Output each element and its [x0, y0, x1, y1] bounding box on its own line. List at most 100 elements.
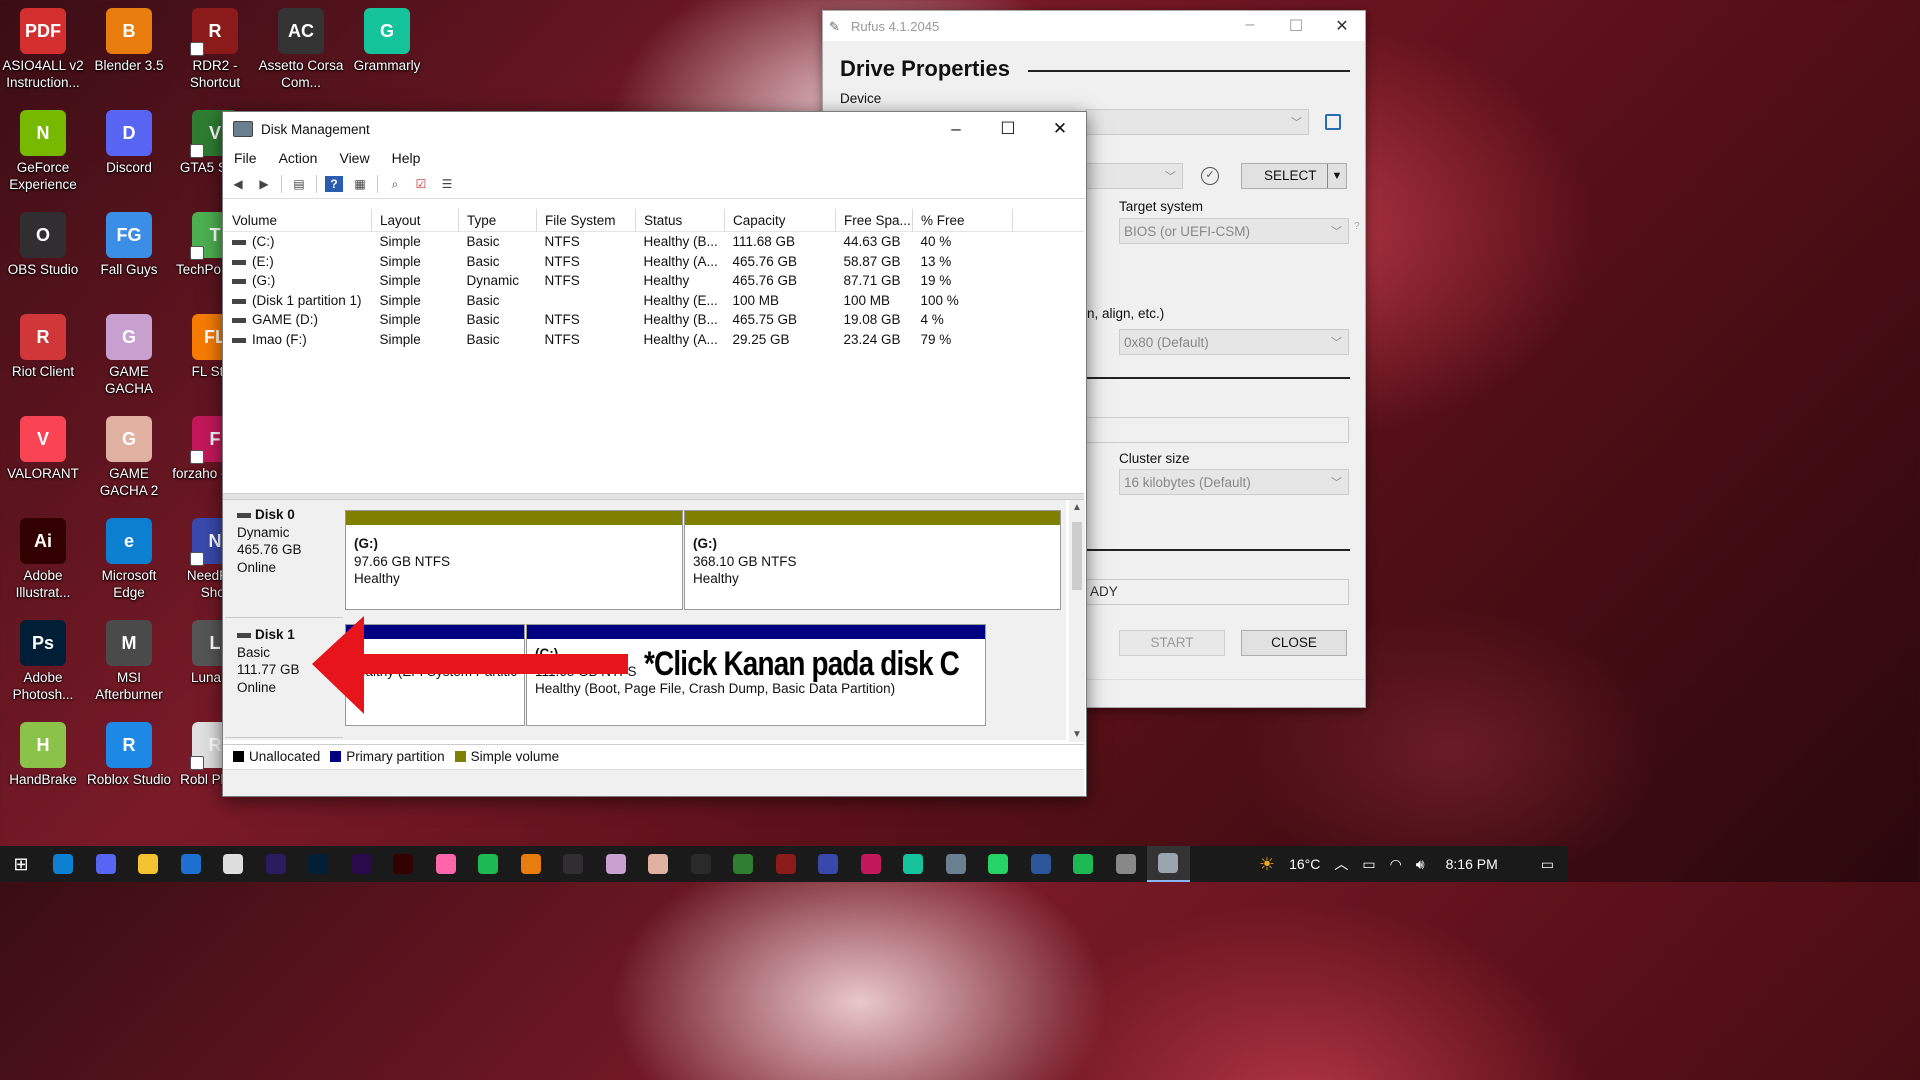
minimize-button[interactable]: –	[930, 119, 982, 139]
taskbar-photoshop-button[interactable]	[297, 846, 340, 882]
scroll-down-icon[interactable]: ▼	[1069, 729, 1085, 740]
taskbar-game-gacha-2-button[interactable]	[637, 846, 680, 882]
taskbar-discord-button[interactable]	[85, 846, 128, 882]
check-icon[interactable]: ✓	[1201, 167, 1219, 185]
col-type[interactable]: Type	[458, 209, 537, 232]
taskbar-illustrator-button[interactable]	[382, 846, 425, 882]
disk0-label[interactable]: Disk 0 Dynamic 465.76 GB Online	[225, 500, 343, 618]
taskbar-obs-button[interactable]	[552, 846, 595, 882]
desktop-icon[interactable]: M MSI Afterburner	[86, 620, 172, 703]
menu-help[interactable]: Help	[381, 150, 432, 166]
col-capacity[interactable]: Capacity	[724, 209, 836, 232]
chevron-up-icon[interactable]: ︿	[1334, 854, 1348, 874]
maximize-button[interactable]: ☐	[982, 119, 1034, 139]
desktop-icon[interactable]: N GeForce Experience	[0, 110, 86, 193]
weather-icon[interactable]: ☀	[1259, 854, 1275, 875]
col-file-system[interactable]: File System	[536, 209, 636, 232]
taskbar-gta-button[interactable]	[722, 846, 765, 882]
desktop-icon[interactable]: V VALORANT	[0, 416, 86, 482]
menu-action[interactable]: Action	[268, 150, 329, 166]
drive-id-dropdown[interactable]: 0x80 (Default) ﹀	[1119, 329, 1349, 355]
desktop-icon[interactable]: R RDR2 - Shortcut	[172, 8, 258, 91]
table-row[interactable]: (C:) Simple Basic NTFS Healthy (B... 111.68 G…	[224, 232, 1084, 252]
help-icon[interactable]: ?	[1354, 221, 1360, 232]
desktop-icon[interactable]: G GAME GACHA 2	[86, 416, 172, 499]
taskbar-file-explorer-button[interactable]	[127, 846, 170, 882]
settings-list-icon[interactable]: ☰	[438, 176, 456, 192]
forward-arrow-icon[interactable]: ▶	[255, 176, 273, 192]
minimize-button[interactable]: –	[1227, 16, 1273, 36]
select-button[interactable]: SELECT ▼	[1241, 163, 1347, 189]
save-icon[interactable]	[1325, 114, 1341, 130]
menu-view[interactable]: View	[328, 150, 380, 166]
split-arrow-icon[interactable]: ▼	[1327, 164, 1346, 188]
desktop-icon[interactable]: R Roblox Studio	[86, 722, 172, 788]
close-button[interactable]: CLOSE	[1241, 630, 1347, 656]
taskbar-rdr2-button[interactable]	[765, 846, 808, 882]
scroll-up-icon[interactable]: ▲	[1069, 502, 1085, 513]
help-icon[interactable]: ?	[325, 176, 343, 192]
volume-label-field[interactable]	[1085, 417, 1349, 443]
wifi-icon[interactable]: ◠	[1390, 856, 1402, 873]
vertical-scrollbar[interactable]: ▲ ▼	[1069, 500, 1085, 742]
properties-icon[interactable]: ▦	[351, 176, 369, 192]
scroll-thumb[interactable]	[1072, 522, 1082, 590]
maximize-button[interactable]: ☐	[1273, 16, 1319, 36]
volume-icon[interactable]: 🔊︎	[1416, 856, 1425, 873]
taskbar-forza-button[interactable]	[850, 846, 893, 882]
rufus-titlebar[interactable]: ✎ Rufus 4.1.2045 – ☐ ✕	[823, 11, 1365, 41]
disk0-partition-g1[interactable]: (G:) 97.66 GB NTFS Healthy	[345, 510, 683, 610]
desktop-icon[interactable]: B Blender 3.5	[86, 8, 172, 74]
taskbar-mail-button[interactable]	[212, 846, 255, 882]
taskbar-game-gacha-button[interactable]	[595, 846, 638, 882]
desktop-icon[interactable]: O OBS Studio	[0, 212, 86, 278]
taskbar-edge-button[interactable]	[42, 846, 85, 882]
taskbar-osu-button[interactable]	[425, 846, 468, 882]
taskbar-rufus-button[interactable]	[1105, 846, 1148, 882]
close-window-button[interactable]: ✕	[1319, 16, 1365, 36]
desktop-icon[interactable]: D Discord	[86, 110, 172, 176]
taskbar-store-button[interactable]	[170, 846, 213, 882]
back-arrow-icon[interactable]: ◀	[229, 176, 247, 192]
table-row[interactable]: GAME (D:) Simple Basic NTFS Healthy (B... 465…	[224, 310, 1084, 330]
taskbar-nfs-button[interactable]	[807, 846, 850, 882]
col-free-space[interactable]: Free Spa...	[835, 209, 913, 232]
taskbar-whatsapp-button[interactable]	[977, 846, 1020, 882]
desktop-icon[interactable]: Ai Adobe Illustrat...	[0, 518, 86, 601]
desktop-icon[interactable]: R Riot Client	[0, 314, 86, 380]
taskbar-epic-games-button[interactable]	[680, 846, 723, 882]
pane-splitter[interactable]	[223, 493, 1084, 500]
taskbar-disk-management-button[interactable]	[935, 846, 978, 882]
start-button[interactable]: START	[1119, 630, 1225, 656]
device-dropdown[interactable]: ﹀	[1085, 109, 1309, 135]
rescan-icon[interactable]: ⌕	[386, 176, 404, 192]
desktop-icon[interactable]: e Microsoft Edge	[86, 518, 172, 601]
taskbar-premiere-button[interactable]	[255, 846, 298, 882]
col-status[interactable]: Status	[635, 209, 725, 232]
taskbar-word-button[interactable]	[1020, 846, 1063, 882]
taskbar-disk-management-button[interactable]	[1147, 846, 1190, 882]
windows-start-icon[interactable]: ⊞	[0, 854, 42, 875]
close-window-button[interactable]: ✕	[1034, 119, 1086, 139]
desktop-icon[interactable]: AC Assetto Corsa Com...	[258, 8, 344, 91]
table-row[interactable]: (E:) Simple Basic NTFS Healthy (A... 465.76 G…	[224, 252, 1084, 272]
desktop-icon[interactable]: FG Fall Guys	[86, 212, 172, 278]
console-tree-icon[interactable]: ▤	[290, 176, 308, 192]
checklist-icon[interactable]: ☑	[412, 176, 430, 192]
desktop-icon[interactable]: PDF ASIO4ALL v2 Instruction...	[0, 8, 86, 91]
cluster-size-dropdown[interactable]: 16 kilobytes (Default) ﹀	[1119, 469, 1349, 495]
table-row[interactable]: (G:) Simple Dynamic NTFS Healthy 465.76 GB 87.…	[224, 271, 1084, 291]
taskbar-blender-button[interactable]	[510, 846, 553, 882]
desktop-icon[interactable]: H HandBrake	[0, 722, 86, 788]
desktop-icon[interactable]: G GAME GACHA	[86, 314, 172, 397]
dm-titlebar[interactable]: Disk Management – ☐ ✕	[223, 112, 1086, 146]
desktop-icon[interactable]: G Grammarly	[344, 8, 430, 74]
menu-file[interactable]: File	[223, 150, 268, 166]
boot-selection-dropdown[interactable]: ﹀	[1085, 163, 1183, 189]
disk0-partition-g2[interactable]: (G:) 368.10 GB NTFS Healthy	[684, 510, 1061, 610]
col-percent-free[interactable]: % Free	[912, 209, 1013, 232]
taskbar-spotify-button[interactable]	[467, 846, 510, 882]
desktop-icon[interactable]: Ps Adobe Photosh...	[0, 620, 86, 703]
weather-temp[interactable]: 16°C	[1289, 856, 1320, 872]
clock[interactable]: 8:16 PM	[1446, 856, 1498, 872]
